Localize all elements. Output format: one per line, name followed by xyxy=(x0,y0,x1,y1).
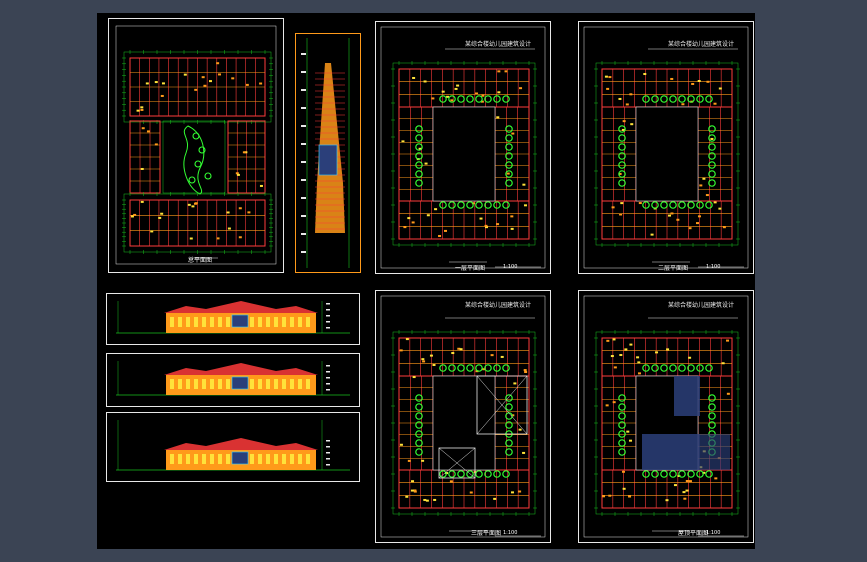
site-plan-drawing xyxy=(115,25,277,265)
floor-plan-drawing xyxy=(380,26,546,269)
sheet-scale: 1:100 xyxy=(706,264,721,270)
elevation-drawing xyxy=(116,361,350,396)
elevation-sheet-2[interactable] xyxy=(106,353,360,407)
floor-plan-drawing xyxy=(380,295,546,538)
elevation-sheet-1[interactable] xyxy=(106,293,360,345)
elevation-drawing xyxy=(116,301,350,334)
floor-plan-sheet-1[interactable]: 某综合楼幼儿园建筑设计 一层平面图 1:100 xyxy=(375,21,551,274)
elevation-sheet-3[interactable] xyxy=(106,412,360,482)
floor-plan-drawing xyxy=(583,295,749,538)
sheet-caption: 二层平面图 xyxy=(658,265,689,272)
section-drawing xyxy=(301,38,350,268)
sheet-caption: 三层平面图 xyxy=(471,530,502,537)
floor-plan-sheet-4[interactable]: 某综合楼幼儿园建筑设计 屋顶平面图 1:100 xyxy=(578,290,754,543)
sheet-scale: 1:100 xyxy=(706,530,721,536)
floor-plan-drawing xyxy=(583,26,749,269)
site-plan-sheet[interactable]: 总平面图 xyxy=(108,18,284,273)
sheet-caption: 屋顶平面图 xyxy=(678,530,709,537)
section-sheet[interactable] xyxy=(295,33,361,273)
elevation-drawing xyxy=(116,420,350,471)
sheet-caption: 总平面图 xyxy=(188,257,213,264)
cad-model-space[interactable]: 总平面图 某综合楼幼儿园建筑设计 一层平面图 1:100 某综合楼幼儿园建筑设计… xyxy=(97,13,755,549)
sheet-scale: 1:100 xyxy=(503,530,518,536)
floor-plan-sheet-3[interactable]: 某综合楼幼儿园建筑设计 三层平面图 1:100 xyxy=(375,290,551,543)
sheet-scale: 1:100 xyxy=(503,264,518,270)
floor-plan-sheet-2[interactable]: 某综合楼幼儿园建筑设计 二层平面图 1:100 xyxy=(578,21,754,274)
sheet-caption: 一层平面图 xyxy=(455,265,486,272)
